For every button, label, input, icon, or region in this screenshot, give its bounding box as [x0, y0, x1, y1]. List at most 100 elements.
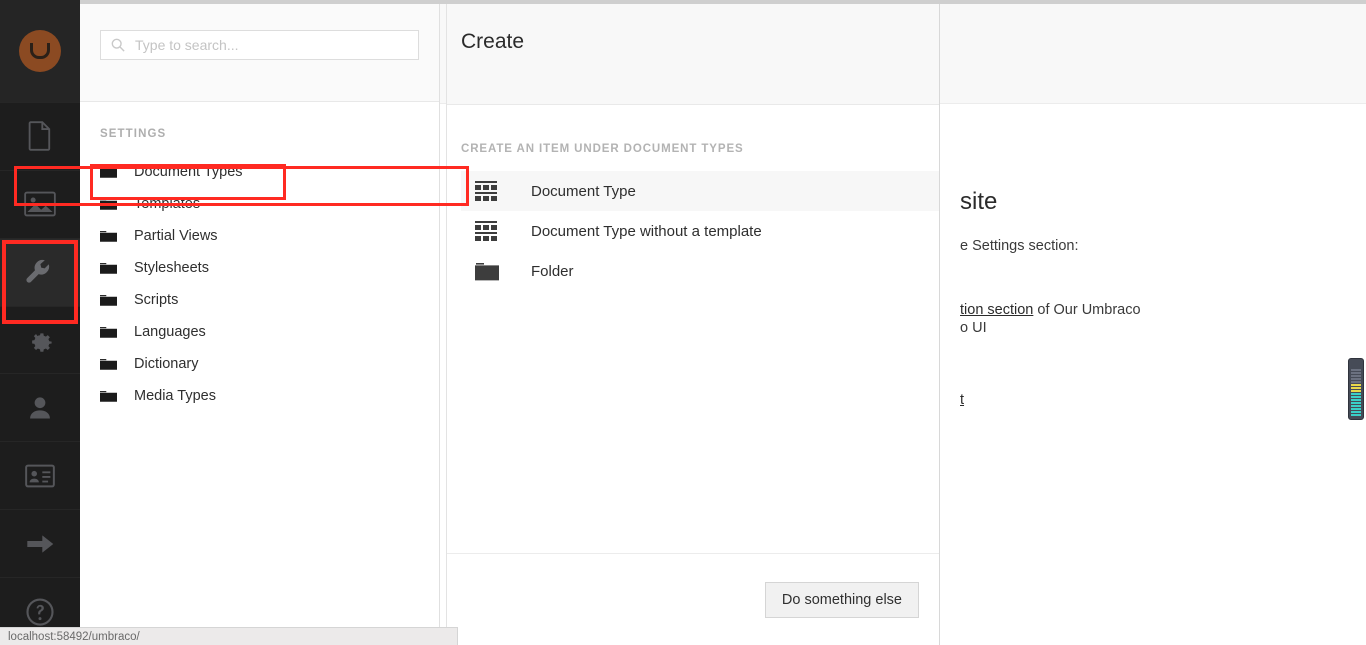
documentation-link[interactable]: tion section — [960, 302, 1033, 318]
folder-icon — [100, 263, 117, 274]
settings-tree-panel: SETTINGS Document Types Templates Partial … — [80, 4, 440, 628]
rail-item-users[interactable] — [0, 373, 80, 441]
dashboard-paragraph-4: t — [960, 392, 1366, 408]
folder-icon — [100, 229, 122, 243]
meter-segment — [1351, 384, 1361, 386]
doc-type-grid-icon — [475, 181, 497, 201]
folder-icon — [475, 262, 499, 280]
tree-item-dictionary[interactable]: Dictionary — [80, 348, 439, 380]
dashboard-paragraph-1: e Settings section: — [960, 238, 1079, 254]
folder-icon — [100, 199, 117, 210]
create-overlay-panel: Create CREATE AN ITEM UNDER DOCUMENT TYP… — [446, 4, 940, 645]
member-card-icon — [25, 464, 55, 488]
question-circle-icon — [26, 598, 54, 626]
search-icon — [111, 38, 125, 52]
section-rail — [0, 0, 80, 645]
wrench-icon — [26, 260, 50, 283]
user-icon — [30, 397, 50, 419]
doc-type-grid-icon — [475, 181, 511, 201]
meter-segment — [1351, 378, 1361, 380]
meter-segment — [1351, 387, 1361, 389]
documentation-link-suffix: of Our Umbraco — [1033, 302, 1141, 318]
document-icon — [28, 121, 51, 152]
tree-item-partial-views[interactable]: Partial Views — [80, 220, 439, 252]
tree-item-templates[interactable]: Templates — [80, 188, 439, 220]
tree-item-label: Scripts — [134, 292, 179, 308]
folder-icon — [475, 262, 511, 281]
meter-segment — [1351, 399, 1361, 401]
meter-segment — [1351, 393, 1361, 395]
rail-item-media[interactable] — [0, 169, 80, 238]
create-item-label: Document Type — [531, 182, 636, 200]
folder-icon — [100, 165, 122, 179]
folder-icon — [100, 325, 122, 339]
dashboard-paragraph-3: o UI — [960, 320, 987, 336]
create-panel-title: Create — [461, 30, 525, 53]
dashboard-secondary-link[interactable]: t — [960, 392, 964, 408]
tree-item-stylesheets[interactable]: Stylesheets — [80, 252, 439, 284]
create-item-label: Folder — [531, 262, 574, 280]
folder-icon — [100, 295, 117, 306]
folder-icon — [100, 293, 122, 307]
meter-segment — [1351, 405, 1361, 407]
tree-item-label: Document Types — [134, 164, 243, 180]
folder-icon — [100, 261, 122, 275]
create-panel-header: Create — [447, 4, 939, 105]
umbraco-logo[interactable] — [0, 0, 80, 102]
image-icon — [24, 191, 56, 217]
meter-segment — [1351, 369, 1361, 371]
meter-segment — [1351, 390, 1361, 392]
rail-item-developer[interactable] — [0, 305, 80, 374]
umbraco-logo-icon — [19, 29, 61, 72]
tree-heading: SETTINGS — [100, 128, 167, 140]
do-something-else-button[interactable]: Do something else — [764, 581, 919, 618]
tree-item-label: Languages — [134, 324, 206, 340]
create-item-folder[interactable]: Folder — [461, 251, 939, 291]
arrow-right-icon — [27, 535, 54, 553]
create-options-list: Document Type Document Type without a tem… — [461, 171, 939, 291]
gear-icon — [32, 333, 52, 352]
meter-segment — [1351, 402, 1361, 404]
search-input[interactable] — [101, 31, 418, 59]
tree-item-label: Dictionary — [134, 356, 199, 372]
folder-icon — [100, 359, 117, 370]
doc-type-grid-icon — [475, 221, 511, 241]
create-item-document-type-without-a-template[interactable]: Document Type without a template — [461, 211, 939, 251]
folder-icon — [100, 167, 117, 178]
tree-item-languages[interactable]: Languages — [80, 316, 439, 348]
meter-segment — [1351, 396, 1361, 398]
tree-item-scripts[interactable]: Scripts — [80, 284, 439, 316]
folder-icon — [100, 357, 122, 371]
rail-item-content[interactable] — [0, 101, 80, 170]
create-panel-body: CREATE AN ITEM UNDER DOCUMENT TYPES Docu… — [447, 105, 939, 553]
create-panel-subtitle: CREATE AN ITEM UNDER DOCUMENT TYPES — [461, 143, 744, 155]
create-panel-footer: Do something else — [447, 553, 939, 645]
folder-icon — [100, 391, 117, 402]
tree-item-label: Partial Views — [134, 228, 218, 244]
meter-segment — [1351, 408, 1361, 410]
folder-icon — [100, 231, 117, 242]
rail-item-settings[interactable] — [0, 237, 80, 306]
tree-item-media-types[interactable]: Media Types — [80, 380, 439, 412]
status-bar-url: localhost:58492/umbraco/ — [8, 630, 140, 643]
meter-segment — [1351, 375, 1361, 377]
tree-list: Document Types Templates Partial Views Styl… — [80, 156, 439, 412]
tree-item-label: Templates — [134, 196, 201, 212]
audio-level-meter[interactable] — [1348, 358, 1364, 420]
rail-item-logout[interactable] — [0, 509, 80, 577]
meter-segment — [1351, 381, 1361, 383]
umbraco-backoffice-window: site e Settings section: tion section of… — [0, 0, 1366, 645]
folder-icon — [100, 389, 122, 403]
create-item-document-type[interactable]: Document Type — [461, 171, 939, 211]
search-box[interactable] — [100, 30, 419, 60]
rail-item-members[interactable] — [0, 441, 80, 509]
tree-item-document-types[interactable]: Document Types — [80, 156, 439, 188]
tree-item-label: Stylesheets — [134, 260, 209, 276]
folder-icon — [100, 327, 117, 338]
browser-status-bar: localhost:58492/umbraco/ — [0, 627, 458, 645]
tree-item-label: Media Types — [134, 388, 216, 404]
search-area — [80, 4, 439, 102]
meter-segment — [1351, 414, 1361, 416]
doc-type-grid-icon — [475, 221, 497, 241]
folder-icon — [100, 197, 122, 211]
